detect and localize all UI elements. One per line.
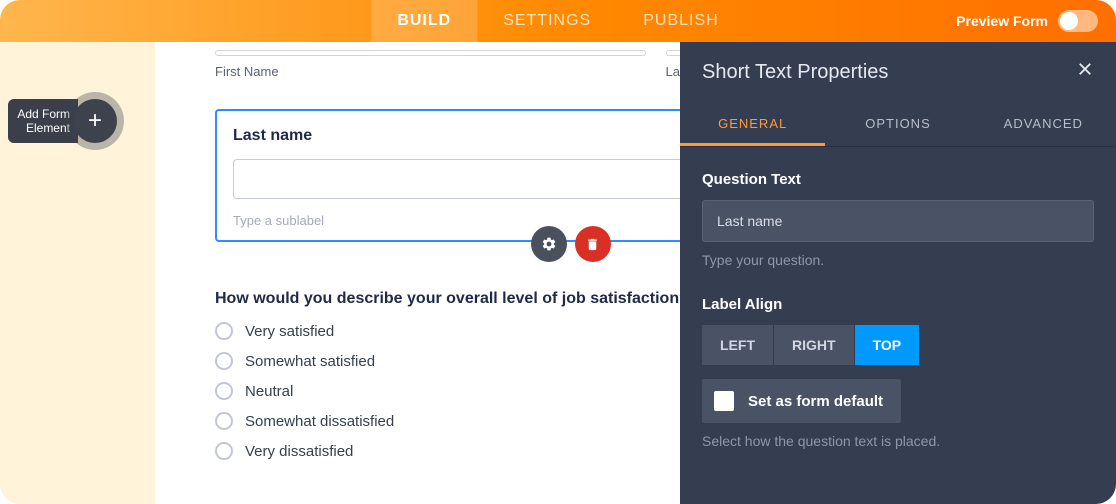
question-text-helper: Type your question. [702,252,1094,268]
first-name-sublabel: First Name [215,64,646,79]
first-name-input[interactable] [215,50,646,56]
radio-icon [215,322,233,340]
default-label: Set as form default [748,393,883,410]
align-top-button[interactable]: TOP [855,325,920,365]
radio-icon [215,382,233,400]
preview-form-label: Preview Form [956,13,1048,29]
radio-label: Somewhat dissatisfied [245,413,394,430]
preview-toggle[interactable] [1058,10,1098,32]
top-tabs: BUILD SETTINGS PUBLISH [371,0,744,42]
tab-build[interactable]: BUILD [371,0,477,42]
add-circle: + [66,92,124,150]
radio-label: Very dissatisfied [245,443,353,460]
label-align-group: LEFT RIGHT TOP [702,325,1094,365]
top-bar: BUILD SETTINGS PUBLISH Preview Form [0,0,1116,42]
question-text-label: Question Text [702,171,1094,188]
panel-tab-options[interactable]: OPTIONS [825,102,970,146]
panel-title: Short Text Properties [702,61,888,84]
field-delete-button[interactable] [575,226,611,262]
tab-settings[interactable]: SETTINGS [477,0,617,42]
left-gutter: Add Form Element + [0,42,155,504]
panel-tab-general[interactable]: GENERAL [680,102,825,146]
properties-panel: Short Text Properties GENERAL OPTIONS AD… [680,42,1116,504]
sublabel-placeholder[interactable]: Type a sublabel [233,213,324,228]
radio-icon [215,412,233,430]
radio-label: Neutral [245,383,293,400]
field-settings-button[interactable] [531,226,567,262]
gear-icon [541,236,557,252]
plus-icon: + [73,99,117,143]
label-align-label: Label Align [702,296,1094,313]
align-left-button[interactable]: LEFT [702,325,773,365]
tab-publish[interactable]: PUBLISH [617,0,744,42]
panel-tab-advanced[interactable]: ADVANCED [971,102,1116,146]
add-form-element-button[interactable]: Add Form Element + [8,92,124,150]
close-icon [1076,60,1094,78]
panel-close-button[interactable] [1076,60,1094,84]
question-text-input[interactable]: Last name [702,200,1094,242]
default-checkbox[interactable] [714,391,734,411]
radio-label: Very satisfied [245,323,334,340]
trash-icon [585,237,600,252]
set-default-row[interactable]: Set as form default [702,379,901,423]
align-right-button[interactable]: RIGHT [774,325,854,365]
label-align-helper: Select how the question text is placed. [702,433,1094,449]
radio-icon [215,352,233,370]
preview-form-section: Preview Form [956,10,1098,32]
radio-label: Somewhat satisfied [245,353,375,370]
radio-icon [215,442,233,460]
